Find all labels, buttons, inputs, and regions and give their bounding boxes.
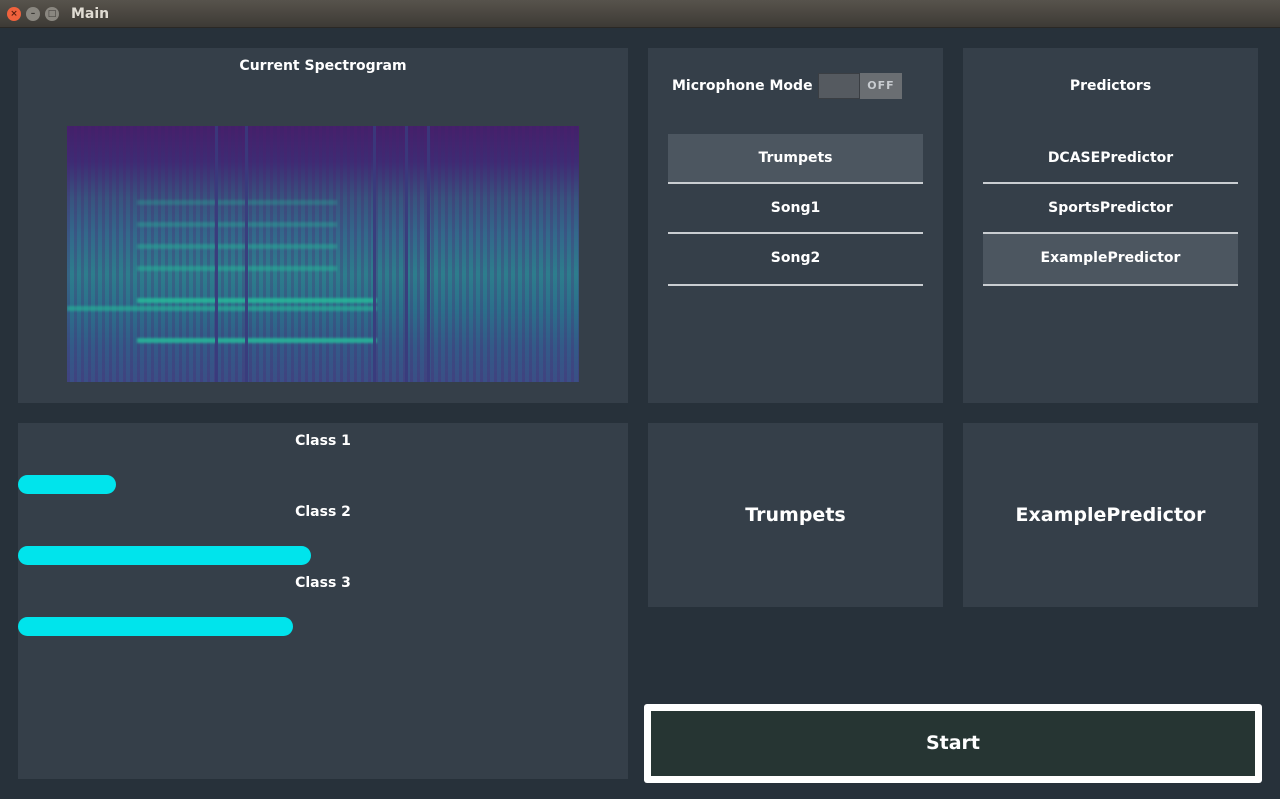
selected-song-label: Trumpets	[745, 504, 846, 526]
selected-song-panel: Trumpets	[648, 423, 943, 607]
predictor-item-example[interactable]: ExamplePredictor	[983, 234, 1238, 286]
predictors-title: Predictors	[1069, 78, 1152, 94]
song-item-trumpets[interactable]: Trumpets	[668, 134, 923, 184]
start-button[interactable]: Start	[644, 704, 1262, 783]
selected-predictor-panel: ExamplePredictor	[963, 423, 1258, 607]
class-1-label: Class 1	[295, 433, 351, 449]
predictor-item-sports[interactable]: SportsPredictor	[983, 184, 1238, 234]
minimize-window-button[interactable]: –	[26, 7, 40, 21]
class-3-bar	[18, 617, 293, 636]
class-2-bar	[18, 546, 311, 565]
toggle-state: OFF	[860, 73, 902, 99]
spectrogram-title: Current Spectrogram	[239, 58, 407, 74]
microphone-mode-toggle[interactable]: OFF	[818, 73, 902, 99]
spectrogram-image	[67, 126, 579, 382]
song-item-song2[interactable]: Song2	[668, 234, 923, 286]
maximize-window-button[interactable]: □	[45, 7, 59, 21]
start-button-label: Start	[651, 711, 1255, 776]
class-scores-panel: Class 1 Class 2 Class 3	[18, 423, 628, 779]
predictors-panel: Predictors DCASEPredictor SportsPredicto…	[963, 48, 1258, 403]
class-1-bar	[18, 475, 116, 494]
song-item-song1[interactable]: Song1	[668, 184, 923, 234]
class-2-label: Class 2	[295, 504, 351, 520]
spectrogram-panel: Current Spectrogram	[18, 48, 628, 403]
close-window-button[interactable]: ×	[7, 7, 21, 21]
predictor-item-dcase[interactable]: DCASEPredictor	[983, 134, 1238, 184]
toggle-knob	[818, 73, 860, 99]
class-3-label: Class 3	[295, 575, 351, 591]
selected-predictor-label: ExamplePredictor	[1015, 504, 1206, 526]
title-bar: × – □ Main	[0, 0, 1280, 28]
microphone-mode-label: Microphone Mode	[672, 78, 813, 94]
song-panel: Microphone Mode OFF Trumpets Song1 Song2	[648, 48, 943, 403]
window-title: Main	[71, 6, 110, 22]
